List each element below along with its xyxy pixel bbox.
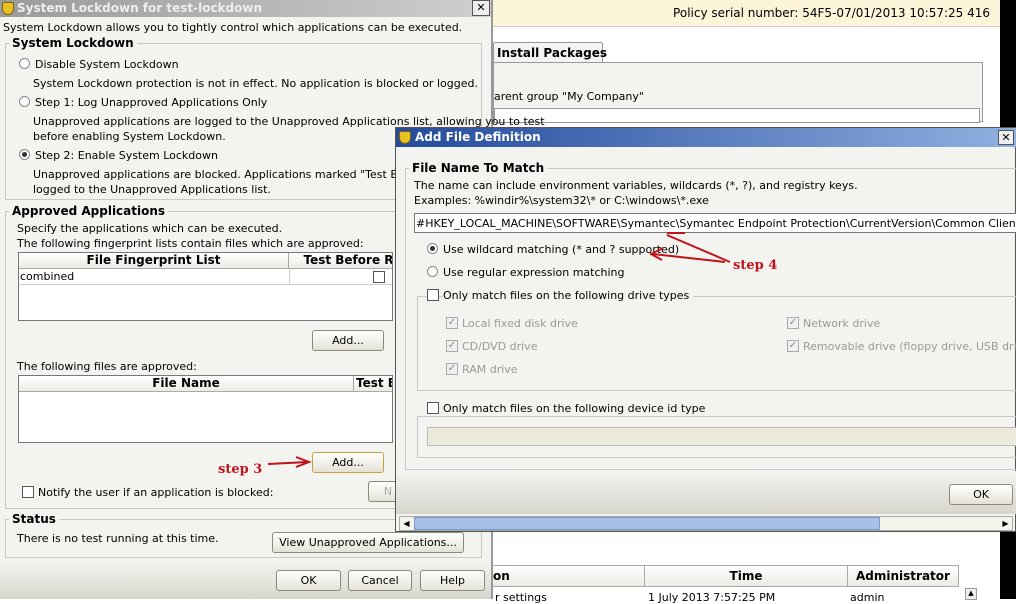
step4-arrows <box>648 232 731 263</box>
scroll-thumb[interactable] <box>414 517 880 530</box>
dialog-title: Add File Definition <box>415 130 541 144</box>
column-header-time[interactable]: Time <box>645 566 848 587</box>
policy-banner: Policy serial number: 54F5-07/01/2013 10… <box>493 0 1000 27</box>
device-id-checkbox[interactable] <box>427 402 439 414</box>
removable-drive-checkbox[interactable]: ✓ <box>787 340 799 352</box>
horizontal-scrollbar[interactable]: ◀ ▶ <box>399 516 1013 531</box>
button-bar <box>0 562 491 599</box>
shield-icon <box>2 2 14 15</box>
close-icon[interactable]: ✕ <box>472 0 490 16</box>
cd-dvd-checkbox[interactable]: ✓ <box>446 340 458 352</box>
ok-button[interactable]: OK <box>949 484 1013 505</box>
column-header-test-before[interactable]: Test B <box>354 376 392 392</box>
fingerprint-list-table: File Fingerprint List Test Before R comb… <box>18 252 393 321</box>
regex-matching-radio[interactable] <box>427 266 438 277</box>
log-cell: admin <box>850 591 885 604</box>
step3-annotation: step 3 <box>218 462 263 477</box>
column-header-action[interactable]: on <box>493 566 645 587</box>
table-row[interactable]: combined <box>19 269 392 285</box>
title-bar[interactable]: Add File Definition ✕ <box>396 128 1016 147</box>
column-header-test-before[interactable]: Test Before R <box>289 253 392 269</box>
log-cell: 1 July 2013 7:57:25 PM <box>648 591 776 604</box>
ok-button[interactable]: OK <box>276 570 341 591</box>
disable-lockdown-radio[interactable] <box>19 58 30 69</box>
step4-annotation: step 4 <box>733 258 778 273</box>
help-button[interactable]: Help <box>420 570 485 591</box>
notify-user-checkbox[interactable] <box>22 486 34 498</box>
scroll-right-button[interactable]: ▶ <box>999 517 1012 530</box>
close-icon[interactable]: ✕ <box>998 130 1014 145</box>
intro-text: System Lockdown allows you to tightly co… <box>3 21 463 34</box>
inherit-text: arent group "My Company" <box>494 90 644 103</box>
step2-enable-radio[interactable] <box>19 149 30 160</box>
scroll-left-button[interactable]: ◀ <box>400 517 413 530</box>
add-file-definition-dialog: Add File Definition ✕ File Name To Match… <box>395 127 1016 532</box>
log-cell: r settings <box>495 591 547 604</box>
approved-files-table: File Name Test B <box>18 375 393 443</box>
scroll-up-button[interactable]: ▲ <box>965 588 977 600</box>
test-before-checkbox[interactable] <box>373 271 385 283</box>
cancel-button[interactable]: Cancel <box>348 570 412 591</box>
drive-types-checkbox[interactable] <box>427 289 439 301</box>
column-header-administrator[interactable]: Administrator <box>848 566 959 587</box>
device-id-select[interactable] <box>427 427 1016 446</box>
step1-log-radio[interactable] <box>19 96 30 107</box>
step3-arrow <box>267 456 312 468</box>
column-header-fingerprint[interactable]: File Fingerprint List <box>19 253 289 269</box>
log-table: on Time Administrator r settings 1 July … <box>493 565 959 604</box>
tab-install-packages[interactable]: Install Packages <box>493 42 607 63</box>
title-bar[interactable]: System Lockdown for test-lockdown ✕ <box>0 0 491 17</box>
view-unapproved-button[interactable]: View Unapproved Applications... <box>272 532 464 553</box>
tab-panel: arent group "My Company" <box>493 62 983 123</box>
shield-icon <box>399 131 411 144</box>
network-drive-checkbox[interactable]: ✓ <box>787 317 799 329</box>
button-bar <box>396 471 1016 514</box>
dialog-title: System Lockdown for test-lockdown <box>17 1 262 15</box>
add-fingerprint-button[interactable]: Add... <box>312 330 384 351</box>
local-disk-checkbox[interactable]: ✓ <box>446 317 458 329</box>
policy-serial: Policy serial number: 54F5-07/01/2013 10… <box>673 6 990 20</box>
add-file-button[interactable]: Add... <box>312 452 384 473</box>
status-text: There is no test running at this time. <box>17 532 219 545</box>
wildcard-matching-radio[interactable] <box>427 243 438 254</box>
column-header-file-name[interactable]: File Name <box>19 376 354 392</box>
ram-drive-checkbox[interactable]: ✓ <box>446 363 458 375</box>
